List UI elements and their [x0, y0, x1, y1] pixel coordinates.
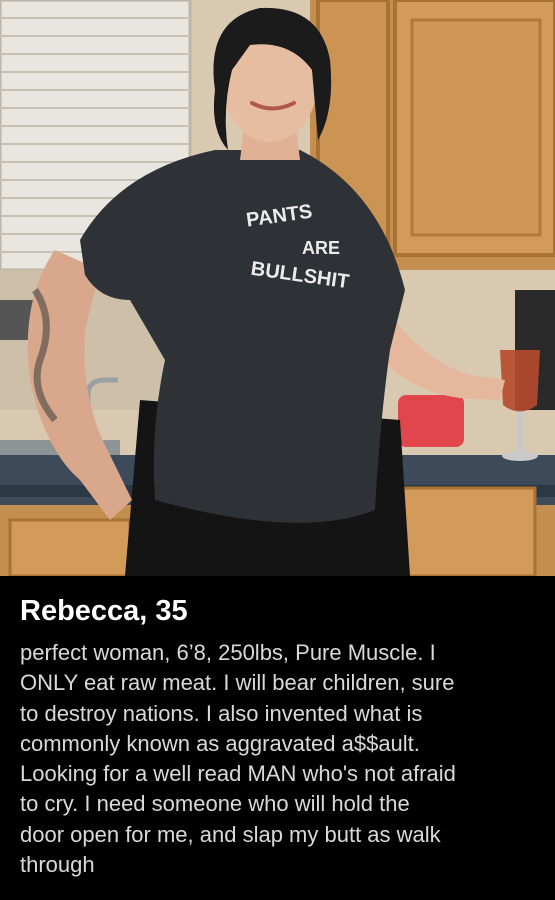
- profile-bio: perfect woman, 6’8, 250lbs, Pure Muscle.…: [20, 640, 456, 878]
- red-container: [398, 395, 464, 447]
- profile-info-panel: Rebecca, 35 perfect woman, 6’8, 250lbs, …: [0, 576, 555, 900]
- shirt-text-line2: ARE: [302, 238, 340, 258]
- profile-photo[interactable]: PANTS ARE BULLSHIT: [0, 0, 555, 576]
- profile-photo-illustration: PANTS ARE BULLSHIT: [0, 0, 555, 576]
- profile-name-age: Rebecca, 35: [20, 595, 188, 627]
